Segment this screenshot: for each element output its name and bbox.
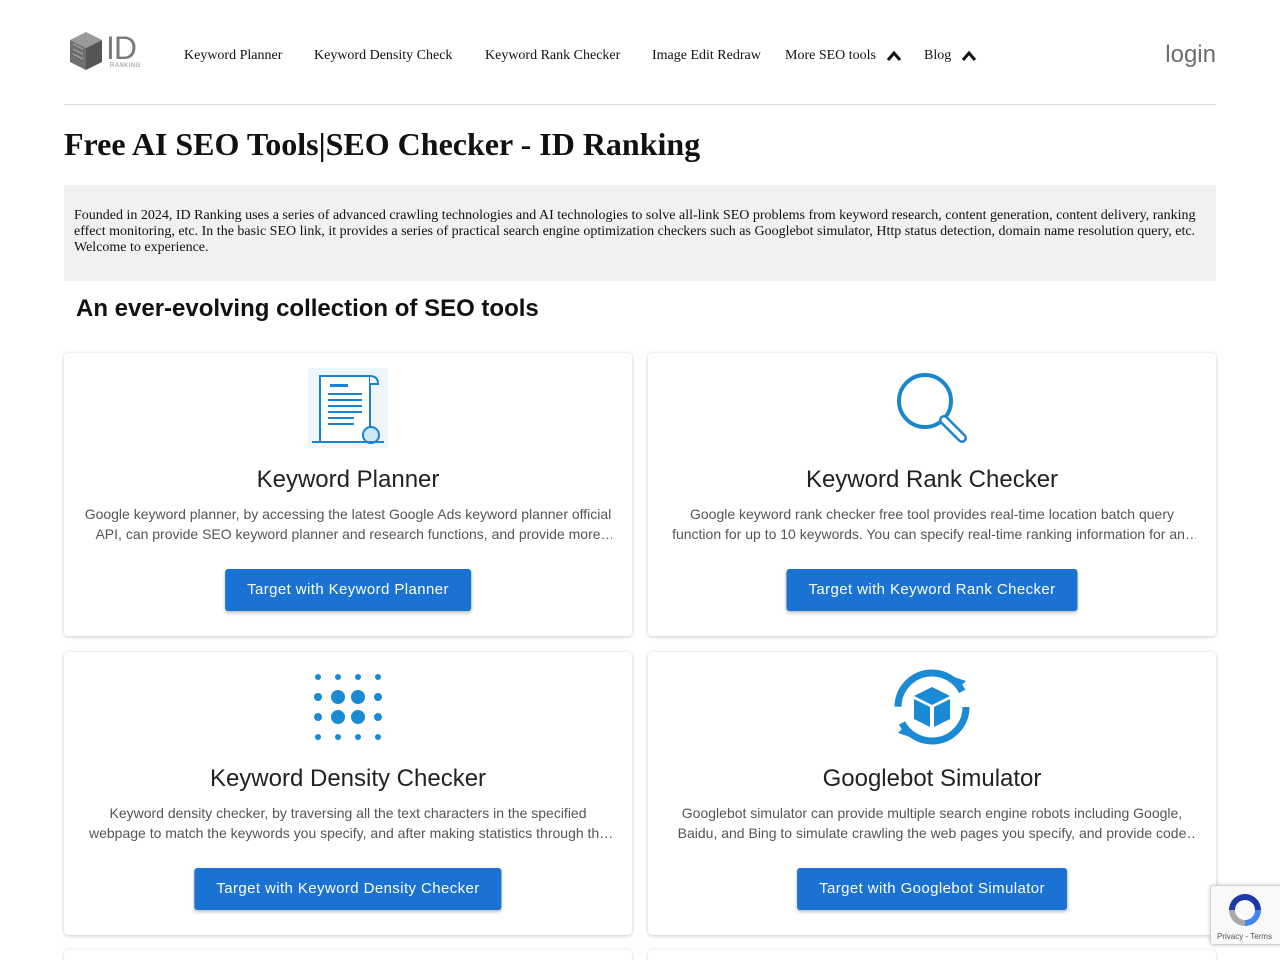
nav-blog[interactable]: Blog	[924, 46, 977, 66]
nav-blog-label: Blog	[924, 48, 952, 63]
tool-card-keyword-rank-checker: Keyword Rank Checker Google keyword rank…	[648, 353, 1216, 636]
googlebot-simulator-button[interactable]: Target with Googlebot Simulator	[797, 868, 1067, 910]
recaptcha-badge[interactable]: Privacy - Terms	[1210, 885, 1280, 945]
nav-keyword-density-check[interactable]: Keyword Density Check	[314, 46, 452, 66]
card-title: Keyword Rank Checker	[805, 466, 1059, 493]
recaptcha-icon	[1229, 894, 1261, 926]
tool-card-keyword-planner: Keyword Planner Google keyword planner, …	[64, 353, 632, 636]
nav-more-seo-tools-label: More SEO tools	[785, 48, 876, 63]
recaptcha-links[interactable]: Privacy - Terms	[1217, 932, 1272, 941]
dots-grid-icon	[314, 674, 382, 740]
magnifier-icon	[897, 373, 967, 443]
intro-text: Founded in 2024, ID Ranking uses a serie…	[64, 185, 1216, 281]
site-logo[interactable]: ID RANKING	[68, 30, 148, 74]
logo-subtext: RANKING	[110, 63, 141, 69]
nav-more-seo-tools[interactable]: More SEO tools	[785, 46, 902, 66]
tool-card-googlebot-simulator: Googlebot Simulator Googlebot simulator …	[648, 652, 1216, 935]
keyword-density-checker-button[interactable]: Target with Keyword Density Checker	[194, 868, 502, 910]
card-title: Googlebot Simulator	[822, 765, 1042, 792]
keyword-planner-button[interactable]: Target with Keyword Planner	[225, 569, 471, 611]
card-description: Googlebot simulator can provide multiple…	[677, 805, 1187, 841]
section-subtitle: An ever-evolving collection of SEO tools	[76, 295, 539, 322]
login-link[interactable]: login	[1165, 40, 1216, 70]
box-sync-icon	[894, 669, 970, 745]
chevron-up-icon	[886, 50, 901, 61]
card-description: Google keyword rank checker free tool pr…	[672, 506, 1192, 542]
card-description: Google keyword planner, by accessing the…	[84, 506, 612, 542]
document-certificate-icon	[308, 368, 388, 448]
card-description: Keyword density checker, by traversing a…	[88, 805, 607, 841]
tool-card-keyword-density-checker: Keyword Density Checker Keyword density …	[64, 652, 632, 935]
card-title: Keyword Density Checker	[209, 765, 487, 792]
cube-logo-icon	[70, 32, 102, 70]
logo-text: ID	[106, 30, 137, 66]
nav-image-edit-redraw[interactable]: Image Edit Redraw	[652, 46, 761, 66]
tool-card-partial	[648, 950, 1216, 960]
nav-keyword-rank-checker[interactable]: Keyword Rank Checker	[485, 46, 620, 66]
card-title: Keyword Planner	[256, 466, 440, 493]
keyword-rank-checker-button[interactable]: Target with Keyword Rank Checker	[786, 569, 1078, 611]
tool-card-partial	[64, 950, 632, 960]
nav-keyword-planner[interactable]: Keyword Planner	[184, 46, 282, 66]
page-title: Free AI SEO Tools|SEO Checker - ID Ranki…	[64, 126, 701, 162]
chevron-up-icon	[961, 50, 976, 61]
site-header: ID RANKING Keyword Planner Keyword Densi…	[64, 0, 1216, 105]
